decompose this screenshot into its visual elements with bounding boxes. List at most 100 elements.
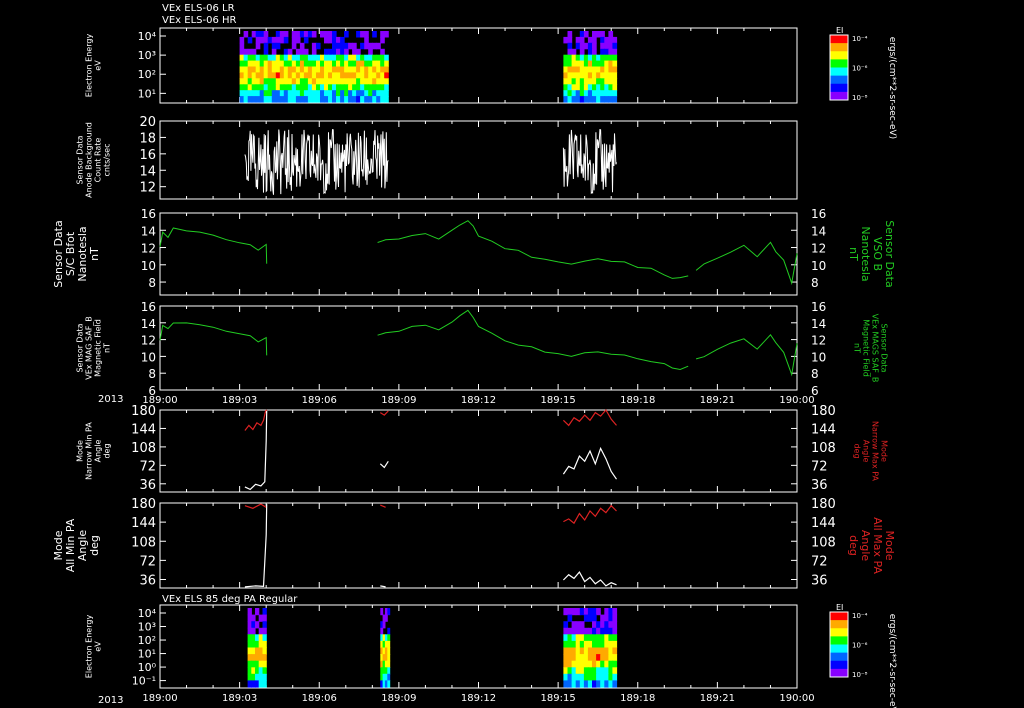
spectrogram-cell [247,667,252,675]
spectrogram-cell [352,90,357,97]
spectrogram-cell [239,42,245,50]
spectrogram-cell [604,48,609,56]
spectrogram-cell [608,78,614,85]
spectrogram-cell [571,680,577,688]
spectrogram-cell [303,60,309,68]
spectrogram-cell [360,90,365,97]
spectrogram-cell [563,36,569,44]
spectrogram-cell [311,42,317,50]
spectrogram-cell [336,90,341,97]
spectrogram-cell [311,72,317,79]
spectrogram-cell [372,96,377,103]
spectrogram-cell [271,90,277,97]
year-label-1: 2013 [98,394,123,405]
spectrogram-cell [579,84,585,91]
colorbar-swatch [830,620,848,629]
spectrogram-cell [255,60,261,68]
spectrogram-cell [316,60,321,68]
spectrogram-cell [251,667,256,675]
spectrogram-cell [575,36,581,44]
spectrogram-cell [604,680,609,688]
spectrogram-cell [372,31,377,38]
time-tick-label-1-2: 189:06 [302,395,337,406]
spectrogram-cell [612,36,618,44]
spectrogram-cell [571,54,577,62]
time-tick-label-1-7: 189:21 [700,395,735,406]
spectrogram-cell [283,36,289,44]
time-tick-label-1-8: 190:00 [779,395,814,406]
spectrogram-cell [352,66,357,73]
spectrogram-cell [372,66,377,73]
colorbar-label: EI [836,26,843,35]
right-y-tick-label: 108 [811,441,836,456]
spectrogram-cell [262,673,267,681]
colorbar-tick-label: 10⁻⁸ [852,671,868,679]
spectrogram-cell [579,90,585,97]
spectrogram-cell [352,96,357,103]
spectrogram-cell [563,660,569,668]
spectrogram-cell [307,90,313,97]
y-tick-label: 144 [131,422,156,437]
spectrogram-cell [571,78,577,85]
spectrogram-cell [275,90,281,97]
spectrogram-cell [592,647,597,655]
spectrogram-cell [360,60,365,68]
spectrogram-cell [287,84,293,91]
spectrogram-cell [579,660,585,668]
time-tick-label-2-5: 189:15 [541,693,576,704]
right-y-tick-label: 36 [811,478,828,493]
right-y-tick-label: 72 [811,554,828,569]
spectrogram-cell [600,660,605,668]
spectrogram-cell [344,42,349,50]
spectrogram-cell [352,42,357,50]
spectrogram-cell [324,54,329,62]
spectrogram-cell [587,84,593,91]
spectrogram-cell [579,673,585,681]
spectrogram-cell [583,654,589,662]
spectrogram-cell [360,54,365,62]
right-y-tick-label: 12 [811,334,826,348]
y-axis-label-line: Mode [76,440,85,462]
pa-trace-min [562,571,617,587]
spectrogram-cell [387,647,391,655]
spectrogram-cell [243,90,249,97]
y-tick-label: 72 [139,459,156,474]
colorbar-tick-label: 10⁻⁴ [852,35,868,43]
spectrogram-cell [275,36,281,44]
spectrogram-cell [316,90,321,97]
spectrogram-cell [275,31,281,38]
y-tick-label: 16 [141,207,156,221]
spectrogram-cell [295,96,301,103]
spectrogram-cell [255,634,260,642]
spectrogram-cell [340,66,345,73]
spectrogram-cell [592,96,597,103]
right-y-tick-label: 8 [811,367,819,381]
spectrogram-cell [307,96,313,103]
spectrogram-cell [356,72,361,79]
spectrogram-cell [356,84,361,91]
spectrogram-cell [295,78,301,85]
spectrogram-cell [604,627,609,635]
spectrogram-cell [251,647,256,655]
spectrogram-cell [316,78,321,85]
spectrogram-cell [583,31,589,38]
spectrogram-cell [336,36,341,44]
spectrogram-cell [279,66,285,73]
spectrogram-cell [587,78,593,85]
panel-1: Electron Energy eV 10⁴ 10³ 10² 10¹ EI 10⁻⁴ 10⁻⁶ 1… [85,26,898,139]
spectrogram-cell [567,72,573,79]
spectrogram-cell [356,48,361,56]
spectrogram-cell [239,66,245,73]
spectrogram-cell [376,96,381,103]
panels-layer: 189:00 189:03 189:06 189:09 189:12 189:15 189:… [52,26,897,708]
spectrogram-cell [608,84,614,91]
spectrogram-cell [612,42,618,50]
spectrogram-cell [376,78,381,85]
spectrogram-cell [303,66,309,73]
spectrogram-cell [368,54,373,62]
right-y-tick-label: 16 [811,207,826,221]
spectrogram-cell [575,654,581,662]
spectrogram-cell [596,72,601,79]
spectrogram-cell [332,48,337,56]
spectrogram-cell [600,78,605,85]
